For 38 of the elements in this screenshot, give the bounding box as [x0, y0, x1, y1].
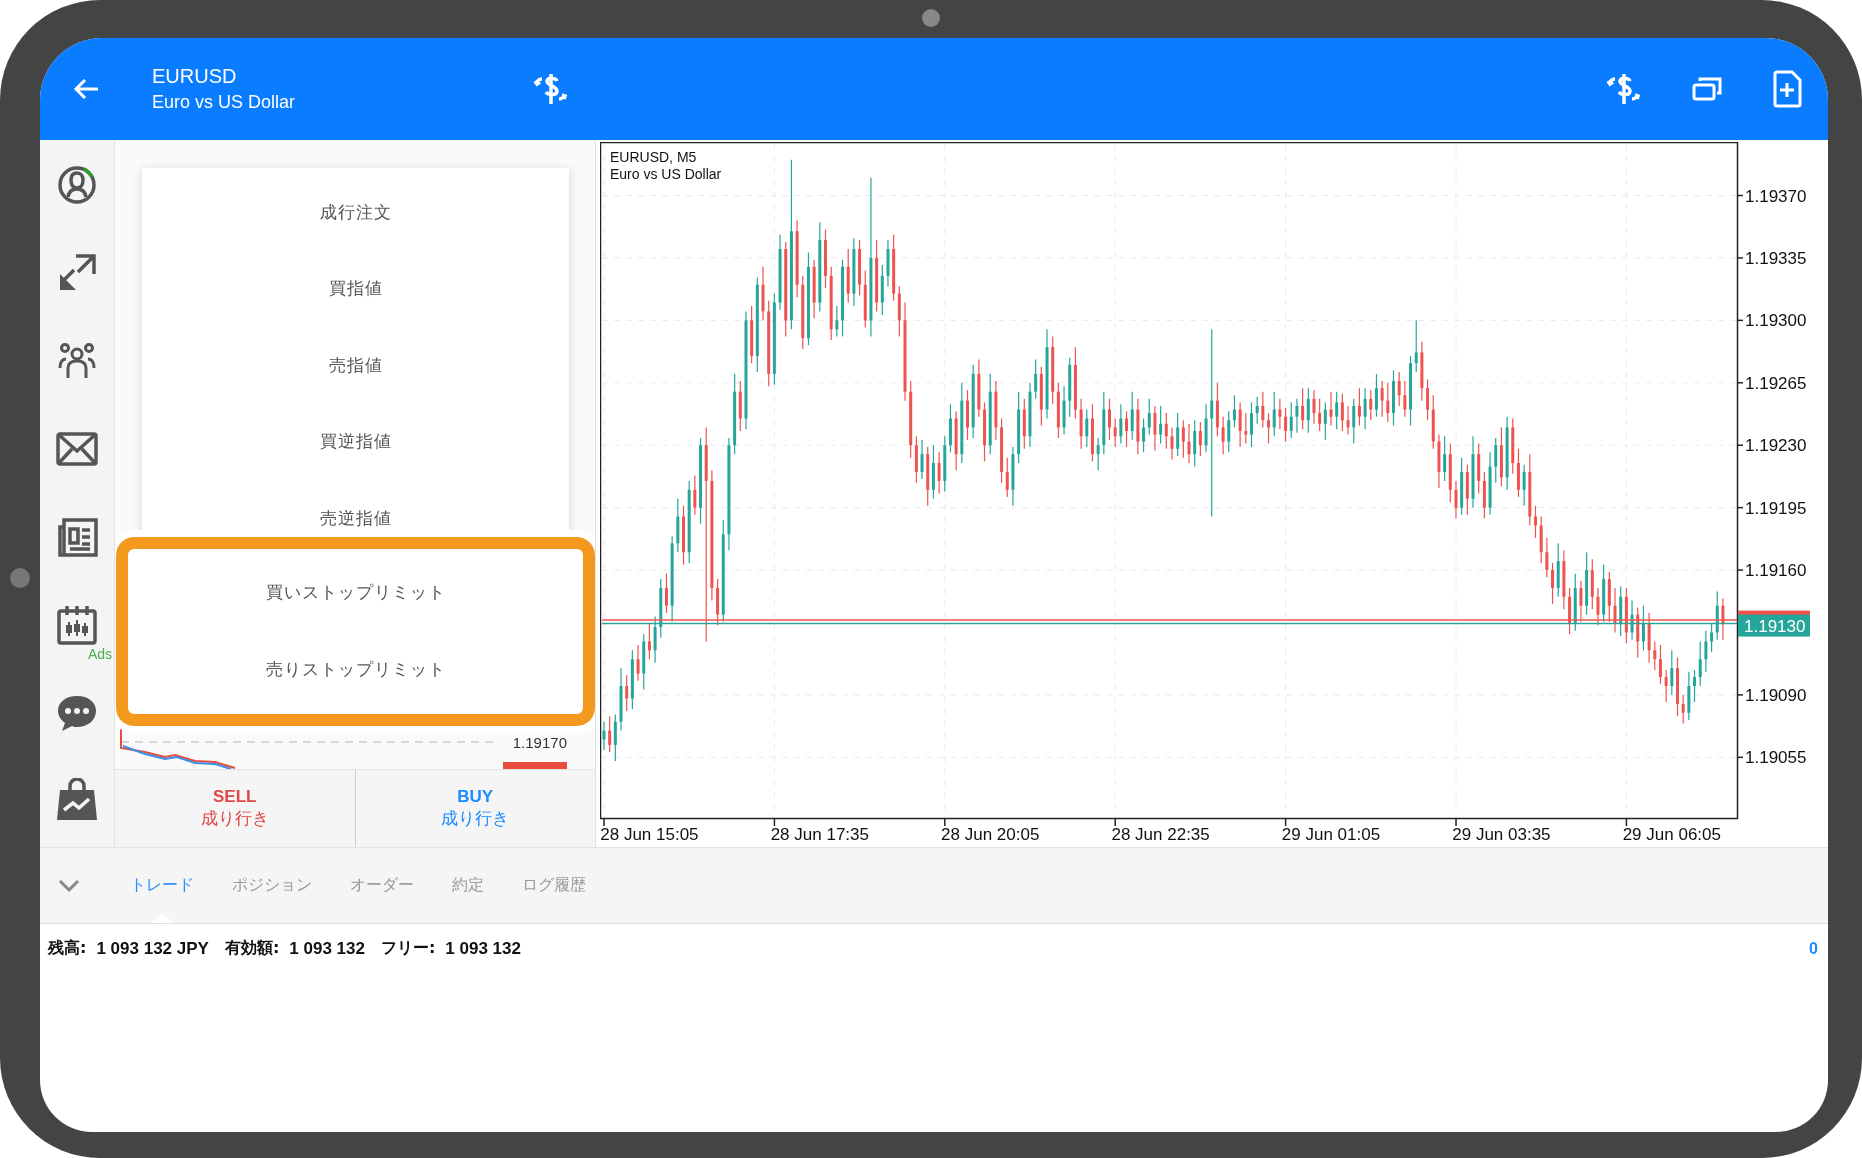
- time-axis-label: 29 Jun 06:05: [1622, 825, 1721, 844]
- chart-symbol: EURUSD, M5: [610, 149, 697, 165]
- sell-button[interactable]: SELL 成り行き: [115, 770, 355, 847]
- account-value: 1 093 132 JPY: [96, 938, 209, 959]
- time-axis-label: 28 Jun 20:05: [941, 825, 1040, 844]
- price-axis-label: 1.19335: [1745, 248, 1807, 268]
- menu-item[interactable]: 買逆指値: [142, 403, 569, 480]
- price-axis-label: 1.19160: [1745, 561, 1807, 581]
- time-axis-label: 29 Jun 01:05: [1281, 825, 1381, 844]
- price-axis-label: 1.19090: [1745, 685, 1807, 705]
- count-value: 0: [1809, 939, 1818, 958]
- menu-item[interactable]: 買いストップリミット: [128, 554, 583, 631]
- price-axis-label: 1.19300: [1745, 311, 1807, 331]
- symbol-title: EURUSD: [152, 64, 238, 89]
- price-axis-label: 1.19230: [1745, 436, 1807, 456]
- menu-item[interactable]: 買指値: [142, 250, 569, 327]
- ads-label: Ads: [88, 646, 113, 662]
- price-axis-label: 1.19370: [1745, 186, 1807, 206]
- price-axis-label: 1.19055: [1745, 748, 1807, 768]
- time-axis-label: 28 Jun 15:05: [600, 825, 699, 844]
- account-label: 有効額:: [224, 938, 280, 959]
- account-label: フリー:: [380, 938, 436, 959]
- symbol-description: Euro vs US Dollar: [152, 91, 296, 114]
- account-value: 1 093 132: [289, 938, 365, 959]
- price-axis-label: 1.19195: [1745, 498, 1807, 518]
- menu-item[interactable]: 成行注文: [142, 174, 569, 251]
- menu-item[interactable]: 売指値: [142, 327, 569, 404]
- time-axis-label: 29 Jun 03:35: [1452, 825, 1551, 844]
- price-axis-label: 1.19265: [1745, 373, 1807, 393]
- price-tag: 1.19130: [1738, 610, 1810, 637]
- chart-description: Euro vs US Dollar: [610, 166, 722, 182]
- menu-item[interactable]: 売逆指値: [142, 480, 569, 557]
- account-label: 残高:: [48, 938, 87, 959]
- menu-item[interactable]: 売りストップリミット: [128, 631, 583, 708]
- time-axis-label: 28 Jun 17:35: [770, 825, 869, 844]
- account-value: 1 093 132: [445, 938, 521, 959]
- price-label: 1.19170: [512, 734, 567, 751]
- time-axis-label: 28 Jun 22:35: [1111, 825, 1210, 844]
